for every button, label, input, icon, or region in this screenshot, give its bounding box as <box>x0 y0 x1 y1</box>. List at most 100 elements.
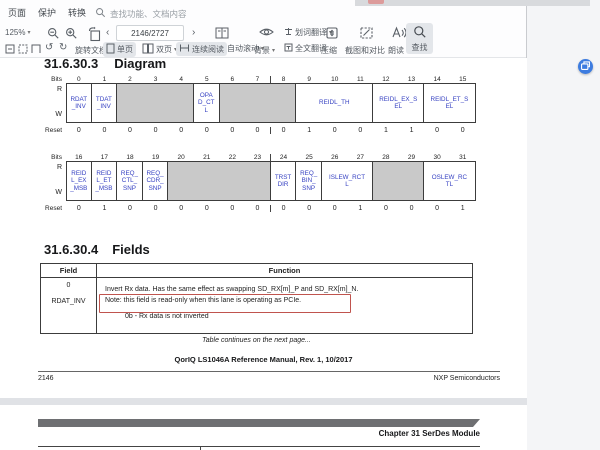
menu-convert[interactable]: 转换 <box>68 6 86 19</box>
zoom-out-icon <box>47 27 60 42</box>
bit-number: 1 <box>92 76 118 83</box>
book-icon <box>215 26 229 42</box>
background-color-button[interactable] <box>256 25 277 41</box>
search-icon <box>95 5 106 23</box>
pdf-page: 31.6.30.3Diagram Bits0123456789101112131… <box>0 58 527 398</box>
field-opadctl[interactable]: OPA D_CT L <box>194 83 220 123</box>
field-rdatinv[interactable]: RDAT _INV <box>66 83 92 123</box>
register-diagram-bits-0-15: Bits0123456789101112131415RWRDAT _INVTDA… <box>40 73 520 137</box>
reset-value: 0 <box>322 127 348 134</box>
bit-number: 15 <box>450 76 476 83</box>
bit-number: 3 <box>143 76 169 83</box>
reset-value: 1 <box>399 127 425 134</box>
menu-page[interactable]: 页面 <box>8 6 26 19</box>
background-red-indicator <box>368 0 384 4</box>
bit-number: 29 <box>399 154 425 161</box>
bit-number: 4 <box>168 76 194 83</box>
fit-page-icon <box>18 44 28 56</box>
section-title: Diagram <box>114 58 166 71</box>
bit-number: 16 <box>66 154 92 161</box>
compress-label[interactable]: 压缩 <box>318 44 340 57</box>
previous-page-button[interactable]: ‹ <box>103 26 112 39</box>
compress-icon <box>325 26 339 42</box>
bit-number: 10 <box>322 76 348 83</box>
chevron-left-icon: ‹ <box>106 27 109 38</box>
footer-page-number: 2146 <box>38 375 54 382</box>
next-table-column-divider <box>200 446 201 450</box>
chevron-right-icon: › <box>192 27 195 38</box>
write-label: W <box>40 189 62 196</box>
rotate-right-button[interactable]: ↻ <box>56 41 70 54</box>
screenshot-compare-button[interactable] <box>356 25 377 43</box>
page-number-input[interactable] <box>116 25 184 41</box>
chapter-header-bar <box>38 419 480 427</box>
field-reidlexmsb[interactable]: REID L_EX _MSB <box>66 161 92 201</box>
screenshot-compare-icon <box>359 26 374 42</box>
reset-value: 0 <box>322 205 348 212</box>
read-aloud-label[interactable]: 朗读 <box>385 44 407 57</box>
field-trstdir[interactable]: TRST DIR <box>271 161 297 201</box>
pdf-next-page: Chapter 31 SerDes Module <box>0 405 527 450</box>
register-diagram-bits-16-31: Bits16171819202122232425262728293031RWRE… <box>40 151 520 215</box>
continuous-reading-button[interactable]: 连续阅读 <box>176 42 227 56</box>
field-reidlexsel[interactable]: REIDL_EX_S EL <box>373 83 424 123</box>
field-reqbinsnp[interactable]: REQ_ BIN_ SNP <box>296 161 322 201</box>
field-reqctlsnp[interactable]: REQ_ CTL_ SNP <box>117 161 143 201</box>
bit-number: 8 <box>271 76 297 83</box>
field-reidlth[interactable]: REIDL_TH <box>296 83 373 123</box>
compress-button[interactable] <box>322 25 342 43</box>
reset-value: 0 <box>168 205 194 212</box>
reset-label: Reset <box>40 127 66 134</box>
bit-number: 18 <box>117 154 143 161</box>
bit-number: 19 <box>143 154 169 161</box>
section-heading-fields: 31.6.30.4Fields <box>44 242 150 257</box>
single-page-mode-button[interactable]: 单页 <box>103 42 136 57</box>
field-tdatinv[interactable]: TDAT _INV <box>92 83 118 123</box>
rotate-document-button[interactable] <box>84 25 105 45</box>
document-view[interactable]: 31.6.30.3Diagram Bits0123456789101112131… <box>0 58 527 450</box>
chevron-down-icon: ▾ <box>272 48 275 54</box>
field-islewrctl[interactable]: ISLEW_RCT L <box>322 161 373 201</box>
field-reqcdrsnp[interactable]: REQ_ CDR_ SNP <box>143 161 169 201</box>
double-page-mode-button[interactable]: 双页▾ <box>139 42 180 57</box>
bit-number: 21 <box>194 154 220 161</box>
footer-publisher: NXP Semiconductors <box>434 375 500 382</box>
register-bits-row: Bits16171819202122232425262728293031 <box>40 151 520 161</box>
reading-mode-button[interactable] <box>212 25 232 43</box>
bit-number: 11 <box>348 76 374 83</box>
rotate-right-icon: ↻ <box>59 42 67 53</box>
search-input[interactable]: 查找功能、文档内容 <box>95 5 187 23</box>
background-color-label[interactable]: 背景▾ <box>251 44 278 57</box>
eye-icon <box>259 26 274 40</box>
field-oslewrctl[interactable]: OSLEW_RC TL <box>424 161 475 201</box>
zoom-level-select[interactable]: 125%▾ <box>2 27 33 38</box>
function-description: Invert Rx data. Has the same effect as s… <box>97 278 472 293</box>
reset-value: 0 <box>117 205 143 212</box>
zoom-in-icon <box>65 27 78 42</box>
function-cell: Invert Rx data. Has the same effect as s… <box>97 278 472 333</box>
screenshot-compare-label[interactable]: 截图和对比 <box>342 44 388 57</box>
register-reset-row: Reset0000000001001100 <box>40 124 520 137</box>
reset-value: 0 <box>424 127 450 134</box>
bit-number: 12 <box>373 76 399 83</box>
assistant-float-button[interactable] <box>578 59 593 74</box>
field-reidletmsb[interactable]: REID L_ET _MSB <box>92 161 118 201</box>
double-page-icon <box>142 43 154 56</box>
find-button[interactable]: 查找 <box>406 23 433 54</box>
next-page-button[interactable]: › <box>189 26 198 39</box>
menu-protect[interactable]: 保护 <box>38 6 56 19</box>
field-bit-number: 0 <box>41 282 96 289</box>
reset-value: 0 <box>220 127 246 134</box>
field-reidletsel[interactable]: REIDL_ET_S EL <box>424 83 475 123</box>
annotation-red-box <box>99 294 351 313</box>
write-label: W <box>40 111 62 118</box>
bit-number: 28 <box>373 154 399 161</box>
reset-value: 1 <box>92 205 118 212</box>
reset-value: 0 <box>296 205 322 212</box>
rotate-left-button[interactable]: ↺ <box>42 41 56 54</box>
bits-label: Bits <box>40 76 66 83</box>
full-translate-icon <box>284 43 293 54</box>
register-reset-row: Reset0100000000010001 <box>40 202 520 215</box>
section-number: 31.6.30.4 <box>44 242 98 257</box>
bit-number: 23 <box>245 154 271 161</box>
